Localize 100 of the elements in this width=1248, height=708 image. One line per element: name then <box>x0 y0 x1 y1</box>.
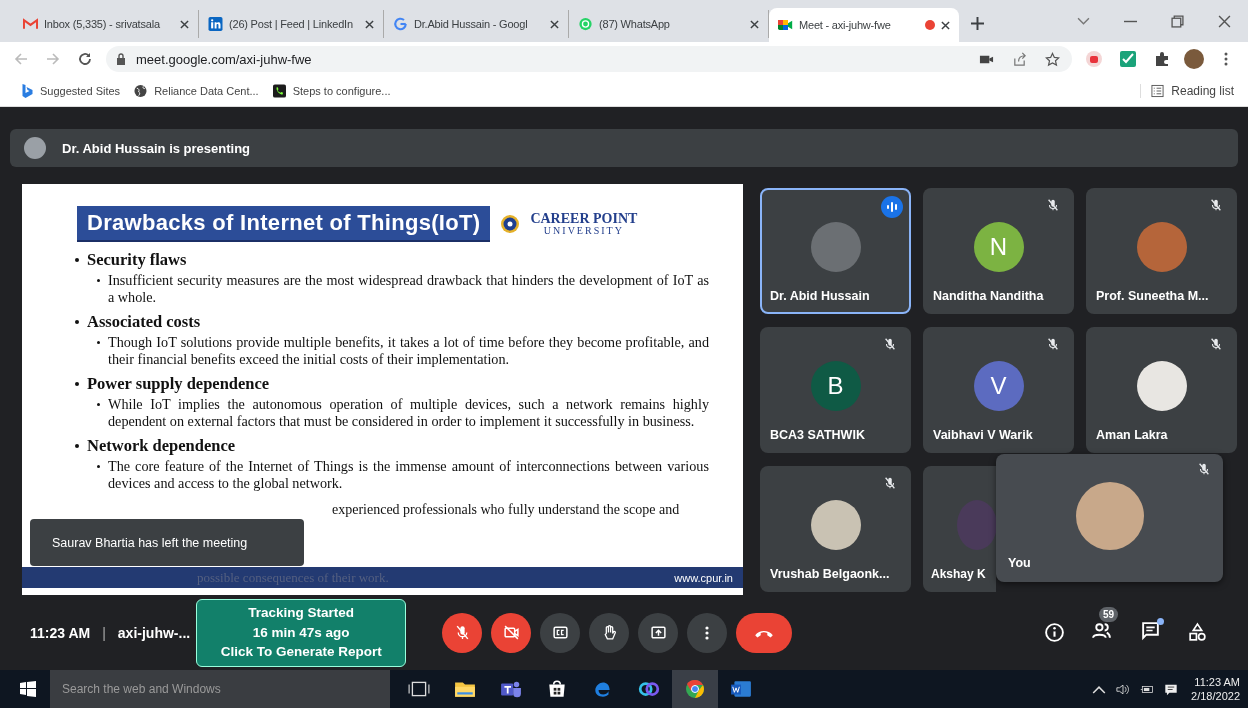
browser-tab[interactable]: (26) Post | Feed | LinkedIn <box>199 10 384 38</box>
participant-tile[interactable]: N Nanditha Nanditha <box>923 188 1074 314</box>
globe-icon <box>134 84 148 98</box>
participant-name: Nanditha Nanditha <box>933 289 1044 303</box>
puzzle-icon[interactable] <box>1154 51 1170 67</box>
mic-button[interactable] <box>442 612 483 653</box>
participant-tile[interactable]: Akshay K <box>923 466 996 592</box>
browser-tab[interactable]: Inbox (5,335) - srivatsala <box>14 10 199 38</box>
participant-tile[interactable]: Aman Lakra <box>1086 327 1237 453</box>
participant-name: Vaibhavi V Warik <box>933 428 1033 442</box>
tab-title: Meet - axi-juhw-fwe <box>799 19 892 31</box>
logo-subtext: UNIVERSITY <box>543 226 624 236</box>
tab-title: (26) Post | Feed | LinkedIn <box>229 18 354 30</box>
browser-tab[interactable]: Meet - axi-juhw-fwe <box>769 8 959 42</box>
presenter-avatar <box>24 137 46 159</box>
close-icon[interactable] <box>365 19 374 29</box>
google-icon <box>393 17 408 31</box>
present-screen-icon <box>649 624 667 641</box>
camera-off-icon <box>502 624 520 641</box>
logo-text: CAREER POINT <box>530 212 638 226</box>
lock-icon <box>116 53 126 65</box>
bullet-heading: Associated costs <box>87 312 201 332</box>
list-icon <box>1151 84 1165 98</box>
bullet-heading: Security flaws <box>87 250 187 270</box>
bullet-text: Though IoT solutions provide multiple benefits, it takes a lot of time before they become profitable, and their financial benefits exceed the initial costs of their implementation. <box>108 334 709 368</box>
university-seal-icon <box>500 214 521 234</box>
participant-name: Akshay K <box>931 567 986 581</box>
participant-name: BCA3 SATHWIK <box>770 428 865 442</box>
participant-tile[interactable]: V Vaibhavi V Warik <box>923 327 1074 453</box>
chrome-taskbar-icon[interactable] <box>672 670 718 708</box>
meeting-code: axi-juhw-... <box>117 624 191 641</box>
camera-button[interactable] <box>491 612 532 653</box>
bullet-text: The core feature of the Internet of Things is the immense amount of interconnections between various devices and access to the global network. <box>108 458 709 492</box>
captions-icon <box>551 624 569 641</box>
initial-avatar: V <box>973 361 1024 411</box>
tracking-report-button[interactable]: Tracking Started 16 min 47s ago Click To Generate Report <box>196 598 407 667</box>
checkmark-icon[interactable] <box>1120 51 1136 67</box>
clock-time: 11:23 AM <box>1194 675 1240 689</box>
slide-title: Drawbacks of Internet of Things(IoT) <box>77 206 491 242</box>
participant-name: Vrushab Belgaonk... <box>770 567 890 581</box>
url-text: meet.google.com/axi-juhw-fwe <box>136 51 312 67</box>
participant-tile[interactable]: Prof. Suneetha M... <box>1086 188 1237 314</box>
end-button[interactable] <box>736 612 793 653</box>
mail-icon <box>23 17 38 31</box>
bullet-text: experienced professionals who fully understand the scope and <box>332 502 680 517</box>
tab-title: Inbox (5,335) - srivatsala <box>44 18 161 30</box>
chat-icon[interactable] <box>1140 620 1161 641</box>
participant-name: You <box>1008 556 1031 570</box>
close-icon[interactable] <box>1218 15 1231 28</box>
windows-start-icon[interactable] <box>20 681 36 697</box>
initial-avatar: N <box>973 222 1024 272</box>
restore-icon[interactable] <box>1171 15 1184 28</box>
bookmark[interactable]: Steps to configure... <box>272 84 391 98</box>
clock-date: 2/18/2022 <box>1191 689 1240 703</box>
share-icon[interactable] <box>1012 51 1027 67</box>
phone-icon <box>272 84 286 98</box>
bullet-heading: Power supply dependence <box>87 374 270 394</box>
notification-icon[interactable] <box>1164 682 1179 696</box>
participant-name: Aman Lakra <box>1096 428 1168 442</box>
bookmark[interactable]: Reliance Data Cent... <box>134 84 259 98</box>
speaking-icon <box>881 196 903 218</box>
initial-avatar: B <box>810 361 861 411</box>
self-view-tile[interactable]: You <box>996 454 1223 582</box>
participant-count-badge: 59 <box>1099 607 1119 622</box>
participant-name: Prof. Suneetha M... <box>1096 289 1209 303</box>
shapes-icon[interactable] <box>1187 622 1208 643</box>
taskbar-search-field[interactable]: Search the web and Windows <box>50 670 390 708</box>
separator: | <box>102 624 106 641</box>
more-options-icon <box>705 625 710 640</box>
people-icon[interactable] <box>1091 620 1112 641</box>
star-icon[interactable] <box>1045 51 1060 67</box>
participant-tile[interactable]: Vrushab Belgaonk... <box>760 466 911 592</box>
tab-title: Dr.Abid Hussain - Googl <box>414 18 529 30</box>
profile-avatar[interactable] <box>1184 49 1204 69</box>
presenter-text: Dr. Abid Hussain is presenting <box>62 140 251 156</box>
close-icon[interactable] <box>941 20 950 30</box>
bullet-text: While IoT implies the autonomous operation of multiple devices, such a network remains highly dependent on external factors that must be considered in order to implement it successfully in business. <box>108 396 709 430</box>
close-icon[interactable] <box>750 19 759 29</box>
footer-url: www.cpur.in <box>674 571 733 584</box>
reading-list-button[interactable]: Reading list <box>1140 84 1234 98</box>
notification-toast: Saurav Bhartia has left the meeting <box>30 519 304 566</box>
reload-icon[interactable] <box>77 51 93 67</box>
tab-title: (87) WhatsApp <box>599 18 671 30</box>
bookmark[interactable]: Suggested Sites <box>20 84 121 98</box>
video-camera-icon <box>778 18 793 32</box>
participant-tile[interactable]: Dr. Abid Hussain <box>760 188 911 314</box>
speaker-icon[interactable] <box>1116 682 1131 696</box>
participant-name: Dr. Abid Hussain <box>770 289 870 303</box>
info-icon[interactable] <box>1044 622 1065 643</box>
participant-tile[interactable]: B BCA3 SATHWIK <box>760 327 911 453</box>
extension-icon[interactable] <box>1086 51 1102 67</box>
close-icon[interactable] <box>180 19 189 29</box>
meeting-time: 11:23 AM <box>30 624 91 641</box>
browser-tab[interactable]: Dr.Abid Hussain - Googl <box>384 10 569 38</box>
new-tab-icon[interactable] <box>971 17 984 30</box>
address-bar[interactable]: meet.google.com/axi-juhw-fwe <box>106 46 1072 72</box>
close-icon[interactable] <box>550 19 559 29</box>
bing-icon <box>20 84 33 98</box>
linkedin-icon <box>208 17 223 31</box>
chevron-down-icon[interactable] <box>1077 15 1090 28</box>
